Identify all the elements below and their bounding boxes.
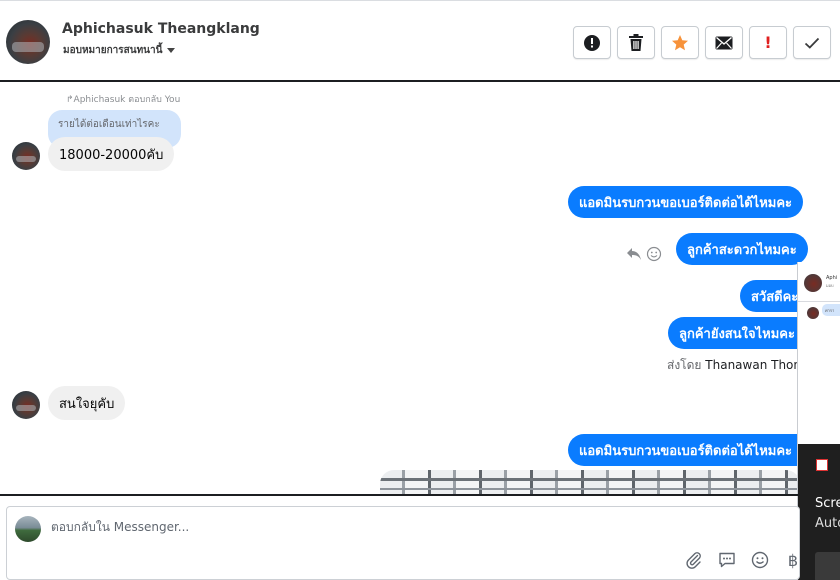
follow-up-button[interactable]: ! [749, 26, 787, 59]
composer-tools: ฿ [684, 550, 803, 570]
mark-unread-button[interactable] [705, 26, 743, 59]
app-icon [816, 459, 828, 471]
contact-avatar[interactable] [6, 20, 50, 64]
baht-icon: ฿ [787, 550, 799, 570]
mini-avatar [804, 274, 822, 292]
outgoing-message[interactable]: ลูกค้ายังสนใจไหมคะ [668, 317, 806, 349]
react-emoji-icon[interactable] [646, 246, 662, 262]
trash-icon [629, 33, 643, 51]
header-actions: ! [573, 26, 831, 59]
incoming-message[interactable]: 18000-20000คับ [48, 137, 175, 171]
paperclip-icon [686, 552, 701, 569]
sender-name[interactable]: Thanawan Thon [705, 358, 801, 372]
screen-notification[interactable]: Scre Auto [798, 444, 840, 580]
exclamation-icon: ! [764, 33, 772, 52]
reply-icon[interactable] [626, 247, 642, 261]
reply-caption: ↱Aphichasuk ตอบกลับ You [66, 95, 181, 105]
conversation-header: Aphichasuk Theangklang มอบหมายการสนทนานี… [0, 0, 840, 82]
emoji-icon [751, 551, 769, 569]
page-avatar [15, 516, 41, 542]
star-button[interactable] [661, 26, 699, 59]
incoming-message[interactable]: สนใจยุคับ [48, 386, 126, 420]
floating-window-header: Aphi มอบ [798, 262, 840, 302]
message-hover-tools [626, 246, 662, 262]
reply-arrow-icon: ↱ [66, 95, 74, 105]
mark-spam-button[interactable] [573, 26, 611, 59]
composer-divider [0, 494, 800, 496]
mark-done-button[interactable] [793, 26, 831, 59]
attached-photo[interactable] [380, 470, 800, 494]
reply-composer: ฿ [6, 506, 800, 580]
outgoing-message[interactable]: แอดมินรบกวนขอเบอร์ติดต่อได้ไหมคะ [568, 434, 804, 466]
star-icon [672, 34, 688, 50]
notification-title: Scre [815, 496, 840, 511]
sent-by-label: ส่งโดย Thanawan Thon [667, 358, 801, 372]
mini-avatar [807, 307, 819, 319]
assign-conversation-dropdown[interactable]: มอบหมายการสนทนานี้ [63, 43, 176, 58]
emoji-button[interactable] [750, 550, 770, 570]
customer-avatar [12, 142, 40, 170]
reply-input[interactable] [51, 520, 651, 534]
outgoing-message[interactable]: แอดมินรบกวนขอเบอร์ติดต่อได้ไหมคะ [568, 186, 804, 218]
saved-replies-button[interactable] [717, 550, 737, 570]
caret-down-icon [167, 48, 176, 53]
alert-circle-icon [584, 34, 600, 51]
check-icon [804, 37, 820, 49]
payment-button[interactable]: ฿ [783, 550, 803, 570]
delete-button[interactable] [617, 26, 655, 59]
notification-subtitle: Auto [815, 516, 840, 531]
attach-file-button[interactable] [684, 550, 704, 570]
contact-name[interactable]: Aphichasuk Theangklang [62, 21, 260, 37]
customer-avatar [12, 391, 40, 419]
mini-bubble: ค่ารา [822, 304, 840, 316]
envelope-icon [715, 36, 733, 49]
mini-name: Aphi [826, 275, 838, 281]
mini-sub: มอบ [826, 283, 834, 288]
notification-button[interactable] [815, 552, 840, 580]
outgoing-message[interactable]: ลูกค้าสะดวกไหมคะ [676, 233, 808, 265]
message-thread[interactable]: ↱Aphichasuk ตอบกลับ You รายได้ต่อเดือนเท… [0, 84, 840, 494]
assign-label: มอบหมายการสนทนานี้ [63, 45, 163, 56]
chat-bubble-icon [719, 552, 735, 568]
floating-window[interactable]: Aphi มอบ ค่ารา Scre Auto [797, 262, 840, 580]
